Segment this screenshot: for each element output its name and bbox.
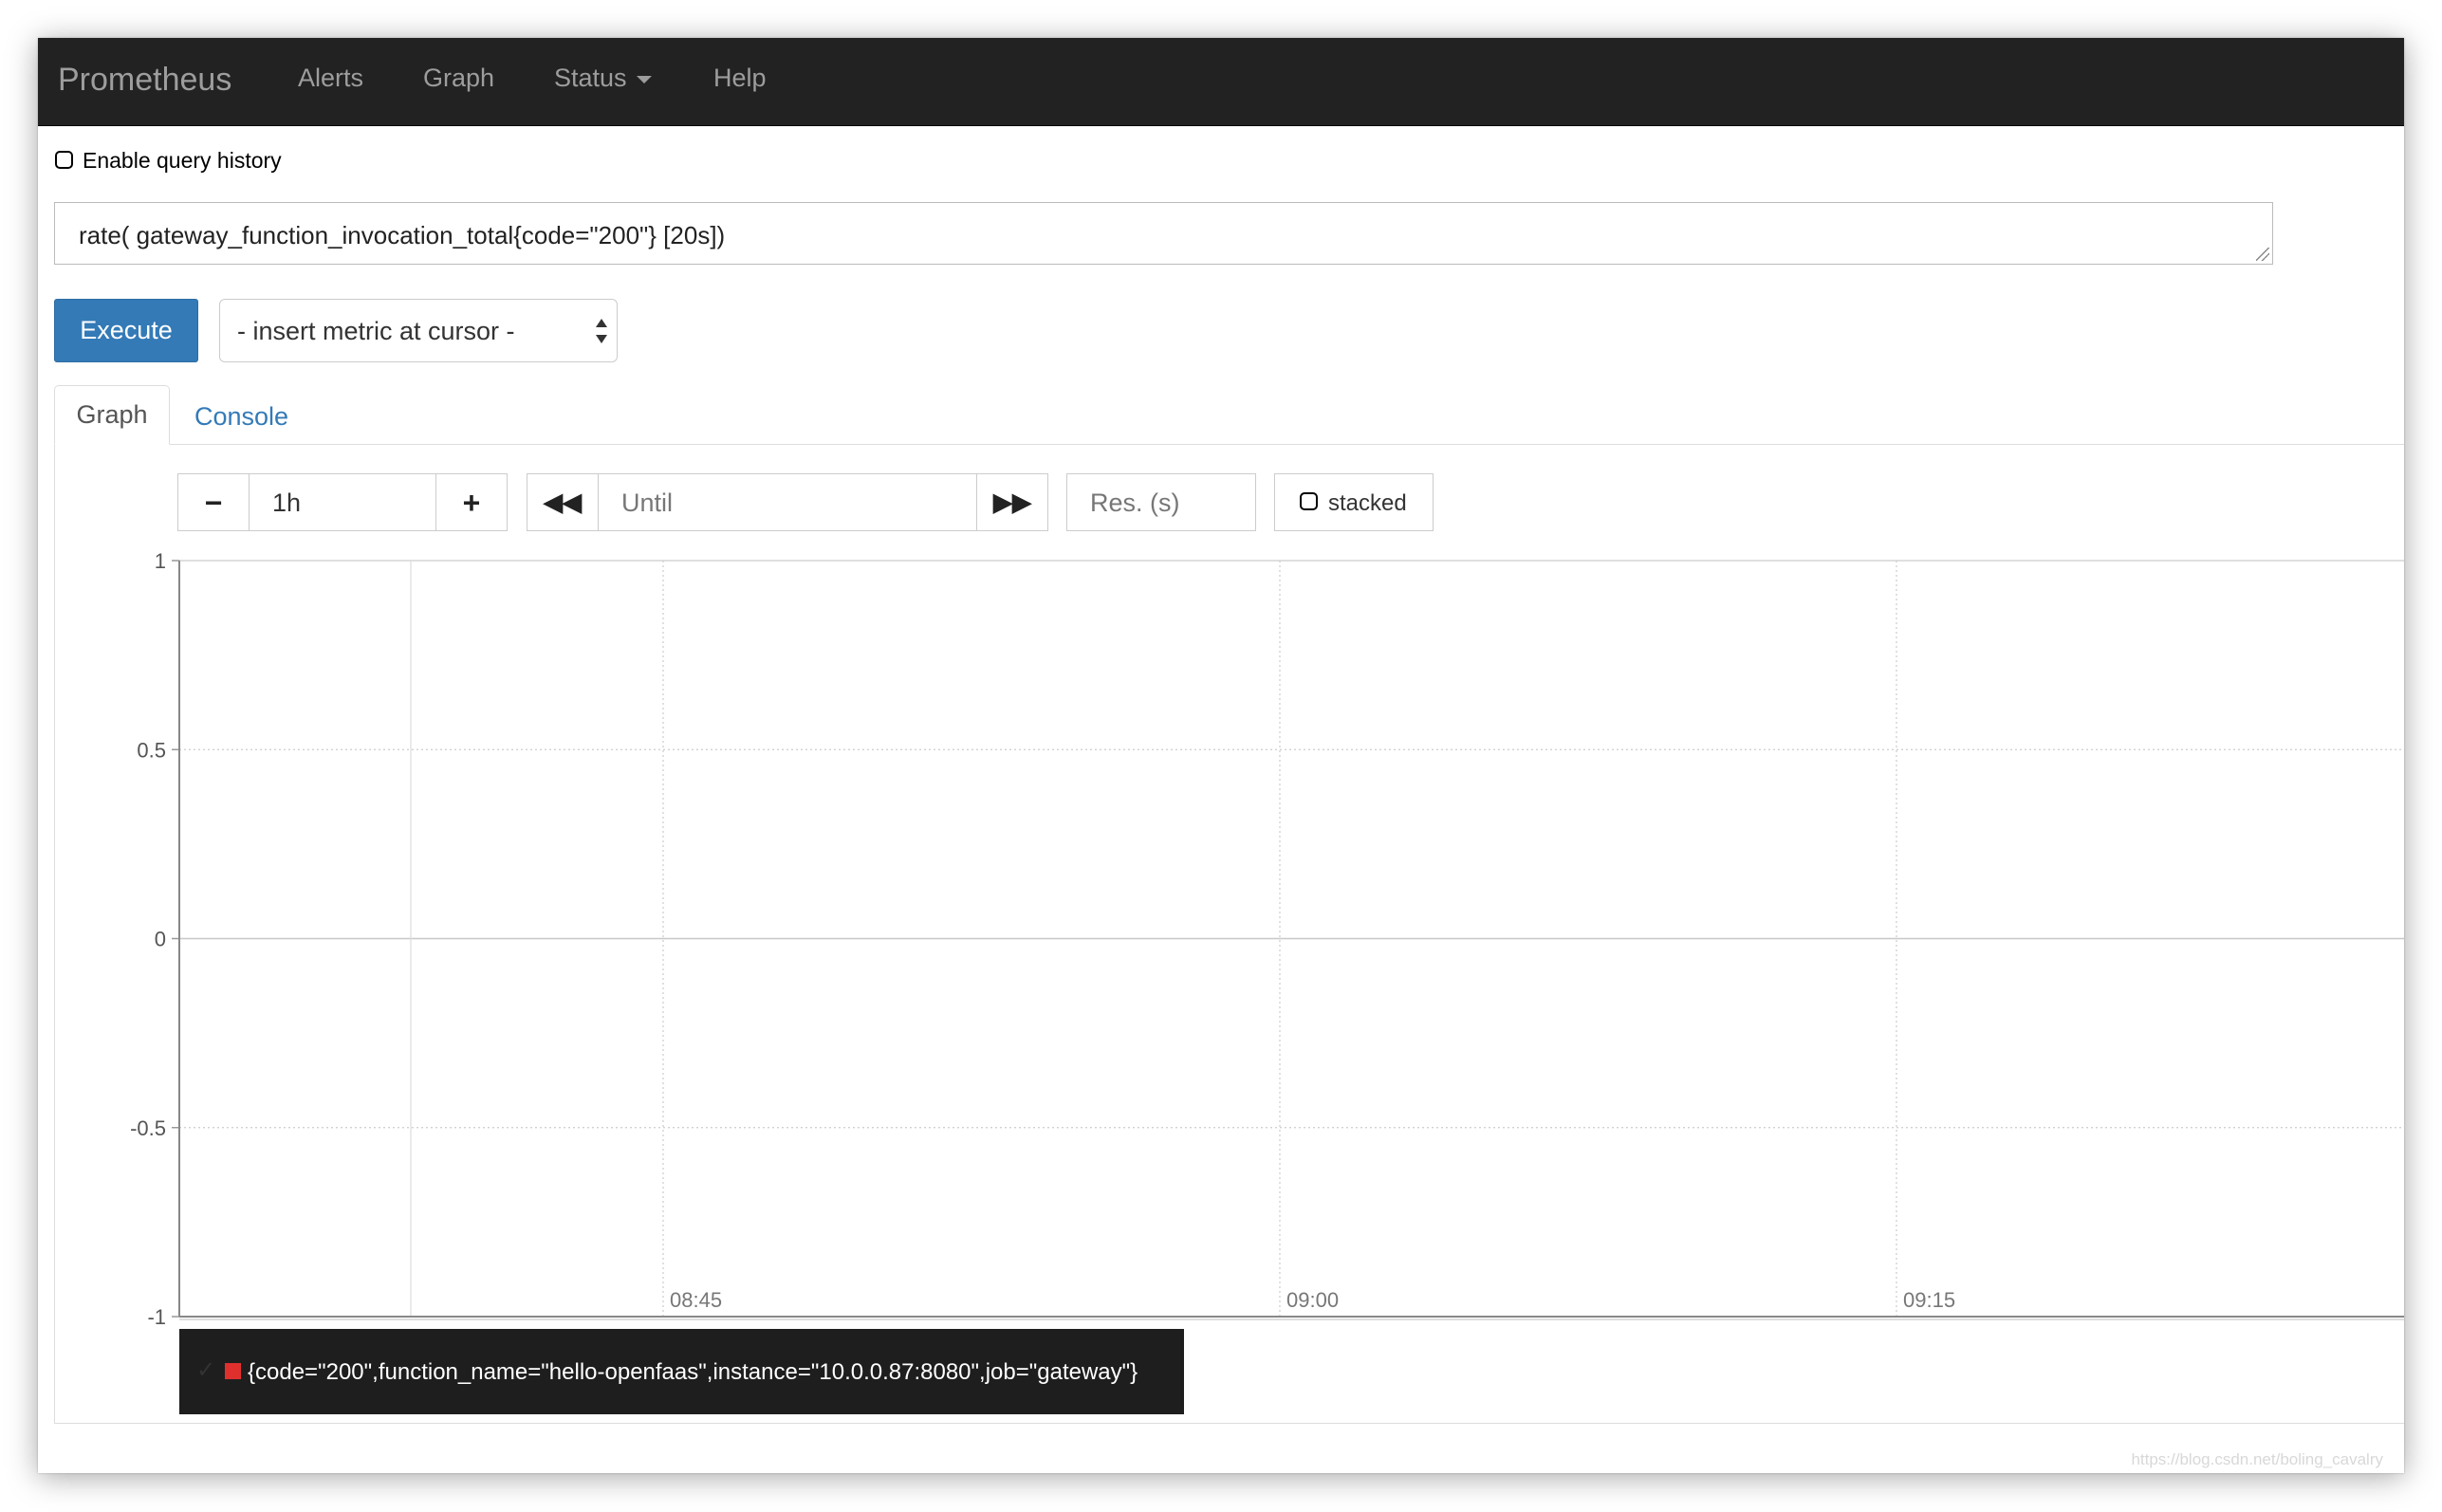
x-tick-label: 09:15 <box>1903 1288 1955 1312</box>
y-tick-label: 0.5 <box>137 738 166 762</box>
graph-chart: 1 0.5 0 -0.5 -1 08:45 09:00 09:15 <box>130 549 2404 1329</box>
watermark: https://blog.csdn.net/boling_cavalry <box>2131 1450 2383 1468</box>
series-color-swatch <box>225 1363 241 1379</box>
x-tick-label: 09:00 <box>1286 1288 1339 1312</box>
checkmark-icon[interactable]: ✓ <box>196 1356 215 1384</box>
legend-series-label[interactable]: {code="200",function_name="hello-openfaa… <box>248 1359 1138 1386</box>
y-tick-label: -0.5 <box>130 1116 166 1140</box>
graph-legend: ✓ {code="200",function_name="hello-openf… <box>179 1329 1184 1414</box>
y-tick-label: 0 <box>155 928 166 951</box>
prometheus-window: Prometheus Alerts Graph Status Help Enab… <box>38 38 2404 1473</box>
y-tick-label: -1 <box>147 1305 166 1329</box>
x-tick-label: 08:45 <box>670 1288 722 1312</box>
y-tick-label: 1 <box>155 549 166 573</box>
